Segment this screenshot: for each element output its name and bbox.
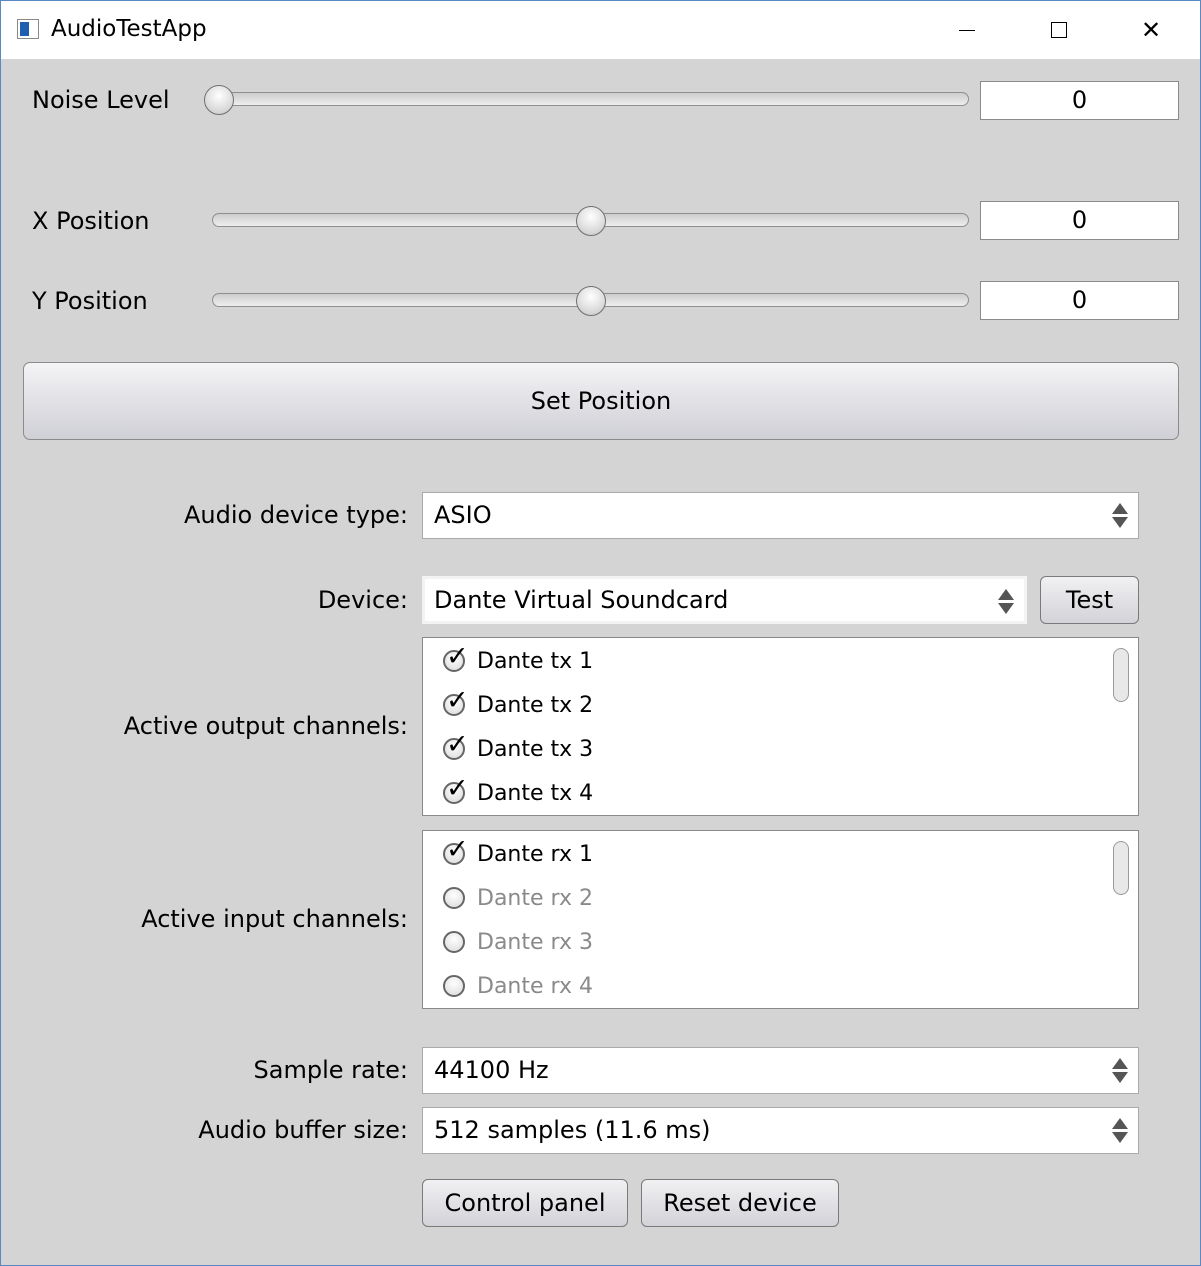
updown-arrows-icon — [1112, 1058, 1128, 1084]
checkbox-checked-icon[interactable]: ✓ — [443, 643, 469, 673]
channel-label: Dante tx 2 — [477, 692, 594, 718]
list-item[interactable]: Dante rx 4 — [443, 964, 593, 1008]
checkbox-checked-icon[interactable]: ✓ — [443, 836, 469, 866]
list-item[interactable]: ✓ Dante rx 1 — [443, 832, 593, 876]
device-label: Device: — [317, 586, 408, 614]
x-position-value-field[interactable]: 0 — [980, 201, 1179, 240]
x-position-slider-thumb[interactable] — [575, 206, 606, 236]
list-item[interactable]: ✓ Dante tx 2 — [443, 683, 593, 727]
checkbox-checked-icon[interactable]: ✓ — [443, 731, 469, 761]
sample-rate-select[interactable]: 44100 Hz — [422, 1047, 1139, 1094]
channel-label: Dante rx 4 — [477, 973, 593, 999]
maximize-button[interactable] — [1013, 1, 1105, 59]
sample-rate-label: Sample rate: — [253, 1056, 408, 1084]
sample-rate-value: 44100 Hz — [434, 1056, 549, 1084]
list-item[interactable]: Dante rx 2 — [443, 876, 593, 920]
y-position-slider-thumb[interactable] — [575, 286, 606, 316]
checkbox-checked-icon[interactable]: ✓ — [443, 775, 469, 805]
output-list-scrollbar[interactable] — [1113, 648, 1129, 702]
checkbox-unchecked-icon[interactable] — [443, 974, 467, 998]
audio-device-type-value: ASIO — [434, 501, 492, 529]
noise-level-label: Noise Level — [32, 86, 170, 114]
test-button[interactable]: Test — [1040, 576, 1139, 624]
updown-arrows-icon — [1112, 1118, 1128, 1144]
noise-level-value-field[interactable]: 0 — [980, 81, 1179, 120]
channel-label: Dante rx 2 — [477, 885, 593, 911]
title-bar: AudioTestApp ✕ — [1, 1, 1200, 59]
device-value: Dante Virtual Soundcard — [434, 586, 729, 614]
channel-label: Dante tx 1 — [477, 648, 594, 674]
close-button[interactable]: ✕ — [1105, 1, 1197, 59]
control-panel-button[interactable]: Control panel — [422, 1179, 628, 1227]
updown-arrows-icon — [998, 589, 1014, 615]
app-window: AudioTestApp ✕ Noise Level 0 X Position … — [0, 0, 1201, 1266]
close-icon: ✕ — [1140, 16, 1162, 44]
input-channels-list[interactable]: ✓ Dante rx 1 Dante rx 2 Dante rx 3 Dante… — [422, 830, 1139, 1009]
noise-level-slider-thumb[interactable] — [204, 85, 234, 115]
audio-buffer-size-select[interactable]: 512 samples (11.6 ms) — [422, 1107, 1139, 1154]
reset-device-button[interactable]: Reset device — [641, 1179, 839, 1227]
checkbox-checked-icon[interactable]: ✓ — [443, 687, 469, 717]
set-position-button[interactable]: Set Position — [23, 362, 1179, 440]
audio-device-type-label: Audio device type: — [183, 501, 408, 529]
audio-buffer-size-label: Audio buffer size: — [198, 1116, 408, 1144]
input-list-scrollbar[interactable] — [1113, 841, 1129, 895]
audio-buffer-size-value: 512 samples (11.6 ms) — [434, 1116, 711, 1144]
minimize-icon — [959, 29, 975, 31]
window-title: AudioTestApp — [51, 16, 207, 42]
active-input-channels-label: Active input channels: — [141, 905, 408, 933]
maximize-icon — [1051, 22, 1067, 38]
channel-label: Dante tx 3 — [477, 736, 594, 762]
channel-label: Dante rx 1 — [477, 841, 593, 867]
minimize-button[interactable] — [921, 1, 1013, 59]
channel-label: Dante tx 4 — [477, 780, 594, 806]
x-position-label: X Position — [32, 207, 150, 235]
list-item[interactable]: ✓ Dante tx 3 — [443, 727, 593, 771]
device-select[interactable]: Dante Virtual Soundcard — [422, 576, 1027, 624]
checkbox-unchecked-icon[interactable] — [443, 886, 467, 910]
y-position-value-field[interactable]: 0 — [980, 281, 1179, 320]
channel-label: Dante rx 3 — [477, 929, 593, 955]
list-item[interactable]: ✓ Dante tx 1 — [443, 639, 593, 683]
checkbox-unchecked-icon[interactable] — [443, 930, 467, 954]
updown-arrows-icon — [1112, 503, 1128, 529]
list-item[interactable]: Dante rx 3 — [443, 920, 593, 964]
list-item[interactable]: ✓ Dante tx 4 — [443, 771, 593, 815]
app-icon — [17, 19, 39, 39]
noise-level-slider[interactable] — [219, 92, 969, 106]
active-output-channels-label: Active output channels: — [123, 712, 408, 740]
y-position-label: Y Position — [32, 287, 148, 315]
output-channels-list[interactable]: ✓ Dante tx 1 ✓ Dante tx 2 ✓ Dante tx 3 ✓… — [422, 637, 1139, 816]
audio-device-type-select[interactable]: ASIO — [422, 492, 1139, 539]
